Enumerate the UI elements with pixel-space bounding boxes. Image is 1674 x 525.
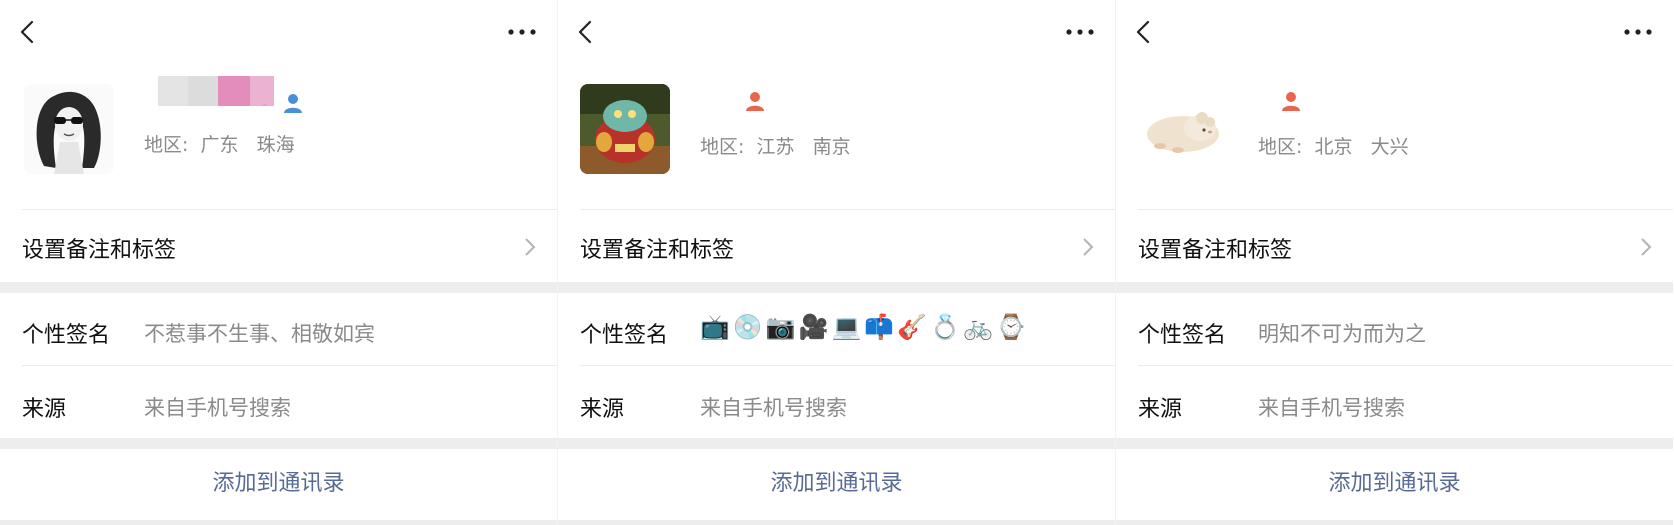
contact-badge-icon: [746, 92, 764, 111]
source-row: 来源 来自手机号搜索: [558, 367, 1115, 439]
more-options-icon[interactable]: [507, 22, 537, 42]
section-gap: [0, 438, 557, 449]
profile-panel-1: 地区: 广东 珠海 设置备注和标签 个性签名 不惹事不生事、相敬如宾 来源 来自…: [0, 0, 557, 525]
remark-label: 设置备注和标签: [22, 238, 177, 263]
divider: [580, 209, 1115, 210]
chevron-right-icon: [1641, 238, 1652, 256]
contact-badge-icon: [284, 94, 302, 113]
divider: [22, 209, 557, 210]
section-gap: [1116, 282, 1673, 293]
remark-label: 设置备注和标签: [580, 238, 735, 263]
source-label: 来源: [1138, 397, 1183, 422]
chevron-right-icon: [1083, 238, 1094, 256]
divider: [580, 365, 1115, 366]
source-value: 来自手机号搜索: [700, 396, 847, 420]
section-gap: [558, 520, 1115, 525]
signature-label: 个性签名: [580, 323, 669, 348]
region-text: 地区: 北京 大兴: [1258, 136, 1409, 158]
signature-label: 个性签名: [22, 323, 111, 348]
profile-panel-2: 地区: 江苏 南京 设置备注和标签 个性签名 📺💿📷🎥💻📫🎸💍🚲⌚ 来源 来自手…: [558, 0, 1115, 525]
region-text: 地区: 江苏 南京: [700, 136, 851, 158]
avatar[interactable]: [580, 84, 670, 174]
signature-row: 个性签名 明知不可为而为之: [1116, 293, 1673, 365]
divider: [22, 365, 557, 366]
section-gap: [0, 282, 557, 293]
contact-badge-icon: [1282, 92, 1300, 111]
region-text: 地区: 广东 珠海: [144, 134, 295, 156]
more-options-icon[interactable]: [1065, 22, 1095, 42]
section-gap: [558, 438, 1115, 449]
source-label: 来源: [22, 397, 67, 422]
signature-label: 个性签名: [1138, 323, 1227, 348]
more-options-icon[interactable]: [1623, 22, 1653, 42]
source-label: 来源: [580, 397, 625, 422]
add-to-contacts-button[interactable]: 添加到通讯录: [1116, 449, 1673, 519]
nickname-blurred: [158, 76, 274, 106]
section-gap: [1116, 438, 1673, 449]
signature-row: 个性签名 📺💿📷🎥💻📫🎸💍🚲⌚: [558, 293, 1115, 365]
panel-separator: [1115, 0, 1116, 525]
section-gap: [558, 282, 1115, 293]
add-to-contacts-button[interactable]: 添加到通讯录: [0, 449, 557, 519]
add-to-contacts-button[interactable]: 添加到通讯录: [558, 449, 1115, 519]
set-remark-and-tags-row[interactable]: 设置备注和标签: [1116, 212, 1673, 280]
avatar[interactable]: [24, 84, 114, 174]
avatar[interactable]: [1138, 84, 1228, 174]
remark-label: 设置备注和标签: [1138, 238, 1293, 263]
divider: [1138, 365, 1673, 366]
source-value: 来自手机号搜索: [1258, 396, 1405, 420]
source-row: 来源 来自手机号搜索: [1116, 367, 1673, 439]
section-gap: [0, 520, 557, 525]
signature-value: 明知不可为而为之: [1258, 322, 1426, 346]
panel-separator: [557, 0, 558, 525]
back-arrow-icon[interactable]: [1130, 18, 1158, 46]
signature-emoji-value: 📺💿📷🎥💻📫🎸💍🚲⌚: [700, 313, 1029, 341]
profile-panel-3: 地区: 北京 大兴 设置备注和标签 个性签名 明知不可为而为之 来源 来自手机号…: [1116, 0, 1673, 525]
signature-row: 个性签名 不惹事不生事、相敬如宾: [0, 293, 557, 365]
section-gap: [1116, 520, 1673, 525]
set-remark-and-tags-row[interactable]: 设置备注和标签: [0, 212, 557, 280]
back-arrow-icon[interactable]: [572, 18, 600, 46]
set-remark-and-tags-row[interactable]: 设置备注和标签: [558, 212, 1115, 280]
chevron-right-icon: [525, 238, 536, 256]
divider: [1138, 209, 1673, 210]
source-row: 来源 来自手机号搜索: [0, 367, 557, 439]
back-arrow-icon[interactable]: [14, 18, 42, 46]
source-value: 来自手机号搜索: [144, 396, 291, 420]
signature-value: 不惹事不生事、相敬如宾: [144, 322, 375, 346]
